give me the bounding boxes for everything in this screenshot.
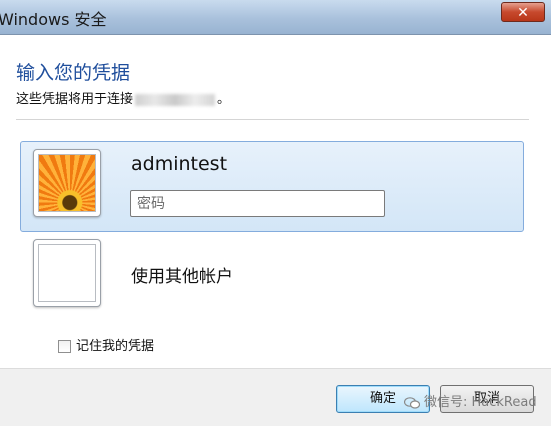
blank-avatar-icon bbox=[38, 244, 96, 302]
dialog-heading: 输入您的凭据 bbox=[16, 62, 131, 84]
remember-credentials[interactable]: 记住我的凭据 bbox=[58, 335, 154, 354]
remember-checkbox[interactable] bbox=[58, 340, 71, 353]
use-other-account[interactable]: 使用其他帐户 bbox=[131, 262, 233, 287]
close-button[interactable]: ✕ bbox=[501, 2, 545, 22]
watermark: 微信号: HackRead bbox=[404, 391, 537, 410]
credential-dialog: Windows 安全 ✕ 输入您的凭据 这些凭据将用于连接 。 admintest… bbox=[0, 0, 551, 426]
subtext-prefix: 这些凭据将用于连接 bbox=[16, 92, 134, 107]
flower-avatar-icon bbox=[39, 155, 95, 211]
divider bbox=[16, 119, 529, 120]
account-username: admintest bbox=[131, 153, 228, 175]
avatar-image bbox=[38, 154, 96, 212]
other-account-avatar[interactable] bbox=[33, 239, 101, 307]
avatar bbox=[33, 149, 101, 217]
window-title: Windows 安全 bbox=[0, 10, 107, 29]
wechat-icon bbox=[404, 396, 420, 409]
password-field[interactable] bbox=[130, 190, 385, 217]
dialog-subtext: 这些凭据将用于连接 。 bbox=[16, 88, 230, 107]
remember-label: 记住我的凭据 bbox=[76, 339, 155, 354]
subtext-suffix: 。 bbox=[217, 92, 231, 107]
watermark-text: 微信号: HackRead bbox=[424, 395, 537, 410]
close-icon: ✕ bbox=[517, 5, 529, 21]
redacted-server-name bbox=[135, 93, 216, 106]
title-bar[interactable]: Windows 安全 ✕ bbox=[0, 0, 551, 35]
